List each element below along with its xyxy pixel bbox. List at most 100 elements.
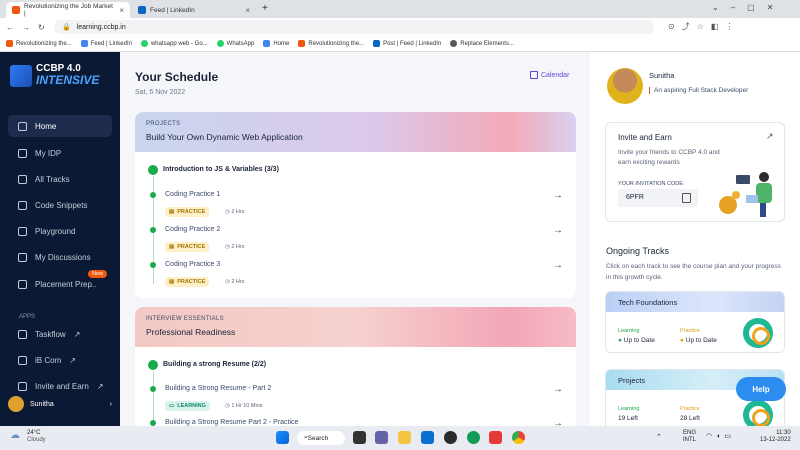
card-header: PROJECTS Build Your Own Dynamic Web Appl… <box>135 112 576 152</box>
chevron-up-icon[interactable]: ⌃ <box>656 433 662 441</box>
completed-dot <box>150 262 156 268</box>
bookmark-item[interactable]: Feed | LinkedIn <box>80 40 132 47</box>
sidebar-item-invite-earn[interactable]: Invite and Earn ↗ <box>8 375 112 397</box>
external-link-icon[interactable]: ↗ <box>766 131 774 142</box>
new-tab-button[interactable]: + <box>262 3 268 14</box>
book-icon <box>18 174 27 184</box>
file-explorer-icon[interactable] <box>398 431 411 444</box>
practice-label: Practice <box>680 406 700 412</box>
check-circle-icon: ● <box>618 337 622 344</box>
avatar <box>8 396 24 412</box>
browser-tab-linkedin[interactable]: Feed | LinkedIn × <box>132 2 256 18</box>
practice-status: ● Up to Date <box>680 337 717 344</box>
practice-icon: ▤ <box>169 279 175 285</box>
close-tab-icon[interactable]: × <box>119 6 124 15</box>
copy-icon[interactable] <box>682 193 691 203</box>
dell-icon[interactable] <box>444 431 457 444</box>
duration: ◷ 2 Hrs <box>225 244 245 250</box>
bookmark-item[interactable]: Replace Elements... <box>450 40 514 47</box>
windows-taskbar: ☁ 24°C Cloudy ⌕ Search ⌃ ENG INTL ◠◖▭ 11… <box>0 426 800 450</box>
sidebar-item-playground[interactable]: Playground <box>8 220 112 242</box>
sidebar-item-taskflow[interactable]: Taskflow ↗ <box>8 323 112 345</box>
sidebar-item-home[interactable]: Home <box>8 115 112 137</box>
sidebar-item-ib-com[interactable]: iB Com ↗ <box>8 349 112 371</box>
address-bar[interactable]: 🔒 learning.ccbp.in <box>54 20 654 34</box>
browser-tab-active[interactable]: Revolutionizing the Job Market | × <box>6 2 130 18</box>
invite-title: Invite and Earn <box>618 133 672 142</box>
ib-com-icon <box>18 355 27 365</box>
sidebar-item-my-idp[interactable]: My IDP <box>8 142 112 164</box>
arrow-right-icon[interactable]: → <box>553 225 563 236</box>
edge-icon[interactable] <box>467 431 480 444</box>
bookmark-item[interactable]: Home <box>263 40 289 47</box>
arrow-right-icon[interactable]: → <box>553 260 563 271</box>
book-icon: ▭ <box>169 403 175 409</box>
bookmarks-bar: Revolutionizing the... Feed | LinkedIn w… <box>0 36 800 52</box>
invite-desc: Invite your friends to CCBP 4.0 and earn… <box>618 149 720 166</box>
arrow-right-icon[interactable]: → <box>553 384 563 395</box>
schedule-item-title[interactable]: Building a Strong Resume - Part 2 <box>165 385 271 392</box>
completed-dot <box>150 386 156 392</box>
clock[interactable]: 11:30 13-12-2022 <box>760 430 791 444</box>
bookmark-item[interactable]: whatsapp web - Go... <box>140 40 208 47</box>
weather-widget[interactable]: 24°C Cloudy <box>27 430 46 444</box>
check-circle-icon: ● <box>680 337 684 344</box>
duration: ◷ 2 Hrs <box>225 209 245 215</box>
language-indicator[interactable]: ENG INTL <box>683 430 696 444</box>
invite-illustration <box>719 172 772 217</box>
schedule-item-title[interactable]: Building a Strong Resume Part 2 - Practi… <box>165 419 298 426</box>
section-title: Introduction to JS & Variables (3/3) <box>163 166 279 173</box>
bookmark-item[interactable]: Post | Feed | LinkedIn <box>373 40 441 47</box>
user-menu[interactable]: Sunitha › <box>8 396 112 412</box>
back-icon[interactable]: ← <box>6 23 14 32</box>
calendar-icon <box>530 71 538 79</box>
schedule-panel: Your Schedule Sat, 5 Nov 2022 Calendar P… <box>120 52 590 426</box>
task-view-icon[interactable] <box>353 431 366 444</box>
practice-icon: ▤ <box>169 244 175 250</box>
window-controls[interactable]: ⌄–▢✕ <box>712 3 785 12</box>
chevron-right-icon: › <box>109 400 112 408</box>
learning-label: Learning <box>618 406 640 412</box>
bookmark-item[interactable]: WhatsApp <box>216 40 254 47</box>
bookmark-item[interactable]: Revolutionizing the... <box>298 40 364 47</box>
external-link-icon: ↗ <box>69 355 76 365</box>
sidebar-item-all-tracks[interactable]: All Tracks <box>8 168 112 190</box>
progress-ring-icon <box>743 318 773 348</box>
reload-icon[interactable]: ↻ <box>38 23 45 32</box>
track-card-tech-foundations[interactable]: Tech Foundations Learning ● Up to Date P… <box>605 291 785 353</box>
practice-badge: ▤ PRACTICE <box>165 242 210 252</box>
system-tray-icons[interactable]: ◠◖▭ <box>706 432 735 440</box>
schedule-item-title[interactable]: Coding Practice 3 <box>165 261 220 268</box>
card-tag: PROJECTS <box>146 121 181 127</box>
store-icon[interactable] <box>421 431 434 444</box>
schedule-date: Sat, 5 Nov 2022 <box>135 89 186 96</box>
mcafee-icon[interactable] <box>489 431 502 444</box>
forward-icon[interactable]: → <box>22 23 30 32</box>
logo-line2: INTENSIVE <box>36 73 100 87</box>
schedule-item-title[interactable]: Coding Practice 1 <box>165 191 220 198</box>
arrow-right-icon[interactable]: → <box>553 418 563 426</box>
chrome-icon[interactable] <box>512 431 525 444</box>
completed-dot <box>150 227 156 233</box>
windows-start-icon[interactable] <box>276 431 289 444</box>
sidebar-item-code-snippets[interactable]: Code Snippets <box>8 194 112 216</box>
ccbp-logo[interactable]: CCBP 4.0 INTENSIVE <box>10 64 99 87</box>
taskbar-search[interactable]: ⌕ Search <box>297 431 345 445</box>
browser-actions[interactable]: ⊙⤴☆◧⋮ <box>668 21 740 32</box>
practice-icon: ▤ <box>169 209 175 215</box>
schedule-card-projects: PROJECTS Build Your Own Dynamic Web Appl… <box>135 112 576 298</box>
completed-dot <box>150 192 156 198</box>
schedule-item-title[interactable]: Coding Practice 2 <box>165 226 220 233</box>
calendar-link[interactable]: Calendar <box>530 71 569 79</box>
gift-icon <box>18 381 27 391</box>
profile-role: An aspiring Full Stack Developer <box>649 87 748 94</box>
help-button[interactable]: Help <box>736 377 786 401</box>
sidebar-item-my-discussions[interactable]: My Discussions <box>8 246 112 268</box>
close-tab-icon[interactable]: × <box>245 6 250 15</box>
profile-avatar[interactable] <box>607 68 643 104</box>
card-name: Build Your Own Dynamic Web Application <box>146 132 303 142</box>
bookmark-item[interactable]: Revolutionizing the... <box>6 40 72 47</box>
track-name: Tech Foundations <box>606 292 784 312</box>
teams-icon[interactable] <box>375 431 388 444</box>
arrow-right-icon[interactable]: → <box>553 190 563 201</box>
